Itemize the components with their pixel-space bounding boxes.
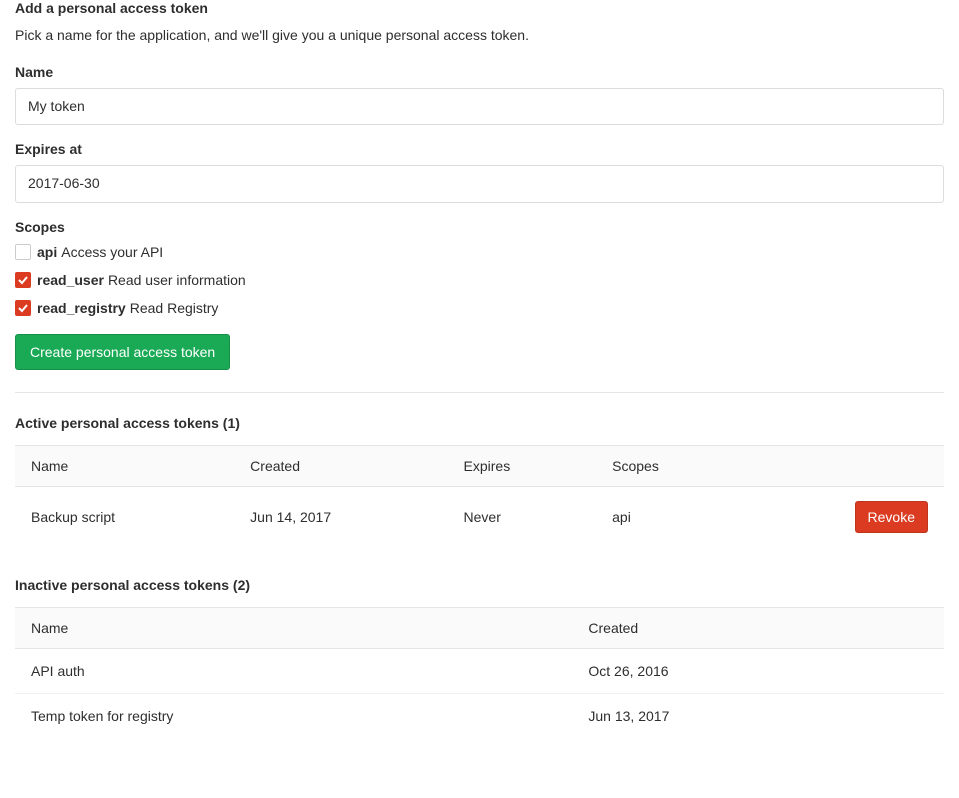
expires-input[interactable] xyxy=(15,165,944,203)
scope-description: Read user information xyxy=(108,271,246,289)
scopes-group: Scopes api Access your API read_user Rea… xyxy=(15,219,944,318)
revoke-button[interactable]: Revoke xyxy=(855,501,928,533)
column-header-created: Created xyxy=(234,445,447,486)
create-token-button[interactable]: Create personal access token xyxy=(15,334,230,370)
cell-scopes: api xyxy=(596,486,745,547)
add-token-section: Add a personal access token Pick a name … xyxy=(15,0,944,370)
column-header-actions xyxy=(745,445,944,486)
expires-field-group: Expires at xyxy=(15,141,944,203)
cell-actions: Revoke xyxy=(745,486,944,547)
section-description: Pick a name for the application, and we'… xyxy=(15,25,944,46)
active-tokens-table: Name Created Expires Scopes Backup scrip… xyxy=(15,445,944,547)
active-tokens-title: Active personal access tokens (1) xyxy=(15,415,944,431)
check-icon xyxy=(17,302,29,314)
scope-name: api xyxy=(37,243,57,261)
check-icon xyxy=(17,274,29,286)
cell-created: Oct 26, 2016 xyxy=(572,648,944,693)
name-label: Name xyxy=(15,64,944,80)
checkbox-read-registry[interactable] xyxy=(15,300,31,316)
column-header-name: Name xyxy=(15,445,234,486)
table-row: Backup script Jun 14, 2017 Never api Rev… xyxy=(15,486,944,547)
scope-name: read_registry xyxy=(37,299,126,317)
checkbox-read-user[interactable] xyxy=(15,272,31,288)
column-header-expires: Expires xyxy=(448,445,597,486)
inactive-tokens-table: Name Created API auth Oct 26, 2016 Temp … xyxy=(15,607,944,738)
cell-expires: Never xyxy=(448,486,597,547)
column-header-name: Name xyxy=(15,607,572,648)
cell-name: Backup script xyxy=(15,486,234,547)
column-header-created: Created xyxy=(572,607,944,648)
scope-description: Access your API xyxy=(61,243,163,261)
name-input[interactable] xyxy=(15,88,944,126)
table-row: API auth Oct 26, 2016 xyxy=(15,648,944,693)
cell-created: Jun 14, 2017 xyxy=(234,486,447,547)
inactive-tokens-title: Inactive personal access tokens (2) xyxy=(15,577,944,593)
table-row: Temp token for registry Jun 13, 2017 xyxy=(15,693,944,738)
scope-row-read-registry: read_registry Read Registry xyxy=(15,299,944,317)
expires-label: Expires at xyxy=(15,141,944,157)
name-field-group: Name xyxy=(15,64,944,126)
section-heading: Add a personal access token xyxy=(15,0,944,17)
inactive-tokens-section: Inactive personal access tokens (2) Name… xyxy=(15,577,944,738)
scope-name: read_user xyxy=(37,271,104,289)
scope-description: Read Registry xyxy=(130,299,219,317)
scope-row-api: api Access your API xyxy=(15,243,944,261)
scope-row-read-user: read_user Read user information xyxy=(15,271,944,289)
cell-created: Jun 13, 2017 xyxy=(572,693,944,738)
cell-name: Temp token for registry xyxy=(15,693,572,738)
column-header-scopes: Scopes xyxy=(596,445,745,486)
cell-name: API auth xyxy=(15,648,572,693)
active-tokens-section: Active personal access tokens (1) Name C… xyxy=(15,415,944,547)
scopes-label: Scopes xyxy=(15,219,944,235)
checkbox-api[interactable] xyxy=(15,244,31,260)
divider xyxy=(15,392,944,393)
